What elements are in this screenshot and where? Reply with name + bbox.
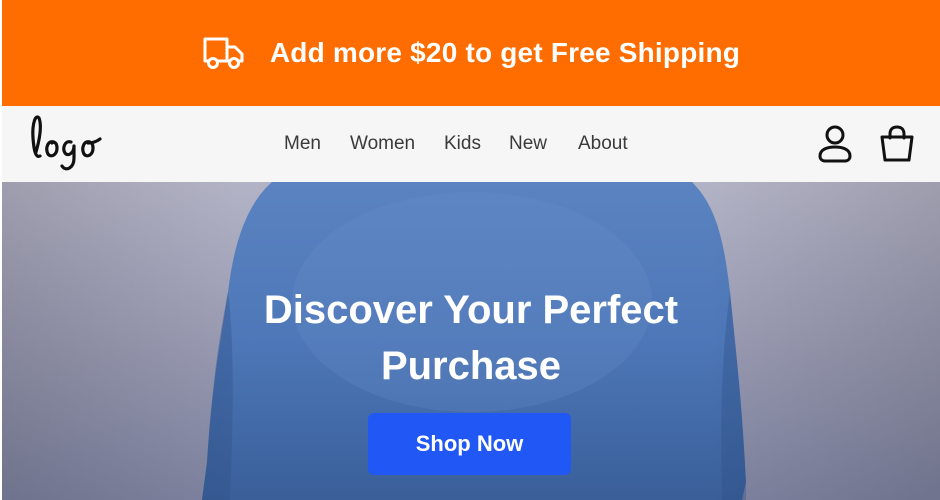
main-nav: Men Women Kids New About bbox=[2, 106, 940, 182]
nav-link-men[interactable]: Men bbox=[284, 133, 321, 155]
hero-title-line-2: Purchase bbox=[380, 344, 562, 388]
nav-link-kids[interactable]: Kids bbox=[444, 133, 481, 155]
nav-link-women[interactable]: Women bbox=[350, 133, 415, 155]
shopping-bag-icon[interactable] bbox=[878, 124, 916, 164]
nav-link-about[interactable]: About bbox=[578, 133, 628, 155]
truck-icon bbox=[202, 35, 246, 71]
nav-link-new[interactable]: New bbox=[509, 133, 547, 155]
hero-title: Discover Your Perfect Purchase bbox=[2, 282, 940, 394]
promo-text: Add more $20 to get Free Shipping bbox=[269, 37, 741, 68]
hero-section: Discover Your Perfect Purchase Shop Now bbox=[2, 182, 940, 500]
user-icon[interactable] bbox=[816, 124, 854, 164]
shop-now-button[interactable]: Shop Now bbox=[368, 413, 571, 475]
hero-title-line-1: Discover Your Perfect bbox=[263, 288, 679, 332]
site-header: Men Women Kids New About bbox=[2, 106, 940, 183]
promo-banner: Add more $20 to get Free Shipping bbox=[2, 0, 940, 106]
